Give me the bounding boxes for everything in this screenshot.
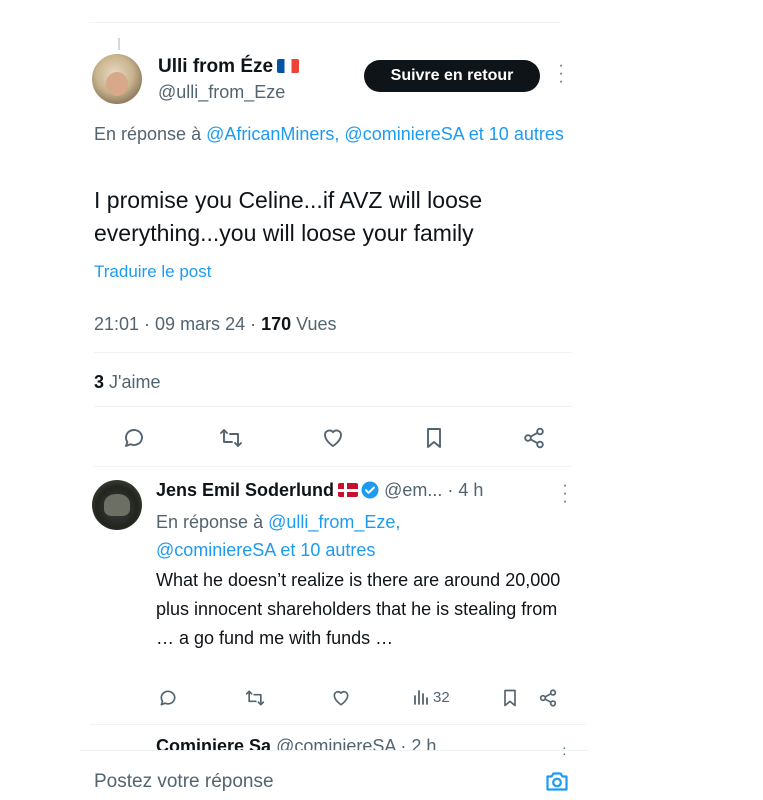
denmark-flag-icon (338, 483, 359, 497)
views-button[interactable]: 32 (412, 688, 450, 706)
reply-icon[interactable] (122, 426, 148, 452)
more-icon[interactable]: · · · (562, 478, 568, 510)
reply-text: What he doesn’t realize is there are aro… (156, 570, 561, 648)
author-avatar[interactable] (92, 54, 142, 104)
retweet-icon[interactable] (244, 688, 266, 708)
timestamp[interactable]: 21:01 · 09 mars 24 · (94, 314, 256, 334)
views-icon (412, 688, 430, 706)
tweet-actions (116, 426, 556, 454)
reply-header: Jens Emil Soderlund @em... · 4 h (156, 480, 483, 501)
next-reply-author-handle[interactable]: @cominiereSA (276, 736, 395, 750)
tweet-text-line: I promise you Celine...if AVZ will loose (94, 187, 483, 213)
reply-others[interactable]: et 10 autres (280, 540, 375, 560)
like-count: 3 (94, 372, 105, 392)
translate-link[interactable]: Traduire le post (94, 262, 211, 282)
reply-context: En réponse à @ulli_from_Eze, @cominiereS… (156, 508, 556, 564)
mention-cominieresa[interactable]: @cominiereSA (344, 124, 463, 144)
share-icon[interactable] (522, 426, 548, 452)
reply-prefix: En réponse à (94, 124, 202, 144)
reply-time[interactable]: · 4 h (447, 480, 483, 500)
views-label: Vues (296, 314, 337, 334)
top-divider (90, 22, 560, 23)
reply-author-name[interactable]: Jens Emil Soderlund (156, 480, 334, 500)
camera-icon[interactable] (544, 768, 570, 794)
follow-back-button[interactable]: Suivre en retour (364, 60, 540, 92)
retweet-icon[interactable] (218, 426, 244, 452)
author-name[interactable]: Ulli from Éze (158, 56, 300, 78)
divider (94, 466, 572, 467)
share-icon[interactable] (538, 688, 558, 708)
divider (90, 724, 586, 725)
reply-view-count: 32 (433, 688, 450, 706)
divider (94, 406, 572, 407)
bookmark-icon[interactable] (500, 688, 520, 708)
mention-africanminers[interactable]: @AfricanMiners, (206, 124, 339, 144)
thread-line (118, 38, 120, 50)
reply-and[interactable]: et (469, 124, 484, 144)
reply-icon[interactable] (158, 688, 178, 708)
author-name-text[interactable]: Ulli from Éze (158, 56, 273, 77)
reply-author-avatar[interactable] (92, 480, 142, 530)
tweet-text: I promise you Celine...if AVZ will loose… (94, 184, 588, 250)
france-flag-icon (277, 59, 300, 73)
reply-others[interactable]: 10 autres (489, 124, 564, 144)
composer-divider (80, 750, 588, 751)
verified-badge-icon (361, 481, 379, 499)
next-reply-time: · 2 h (400, 736, 437, 750)
tweet-text-line: everything...you will loose your family (94, 220, 474, 246)
bookmark-icon[interactable] (422, 426, 448, 452)
next-reply-author-name[interactable]: Cominiere Sa (156, 736, 271, 750)
likes-label: J'aime (109, 372, 161, 392)
reply-prefix: En réponse à (156, 512, 264, 532)
reply-context: En réponse à @AfricanMiners, @cominiereS… (94, 120, 588, 176)
view-count: 170 (261, 314, 292, 334)
reply-author-handle[interactable]: @em... (384, 480, 442, 500)
more-icon[interactable]: · · · (558, 58, 564, 90)
tweet-meta: 21:01 · 09 mars 24 · 170 Vues (94, 314, 337, 335)
reply-actions: 32 (156, 688, 576, 712)
mention-ulli[interactable]: @ulli_from_Eze, (268, 512, 400, 532)
like-icon[interactable] (330, 688, 352, 708)
like-icon[interactable] (320, 426, 346, 452)
divider (94, 352, 572, 353)
mention-cominieresa[interactable]: @cominiereSA (156, 540, 275, 560)
reply-composer-input[interactable]: Postez votre réponse (94, 771, 274, 793)
likes-summary[interactable]: 3 J'aime (94, 372, 160, 393)
author-handle[interactable]: @ulli_from_Eze (158, 82, 285, 103)
next-reply-header[interactable]: Cominiere Sa @cominiereSA · 2 h (156, 736, 576, 750)
